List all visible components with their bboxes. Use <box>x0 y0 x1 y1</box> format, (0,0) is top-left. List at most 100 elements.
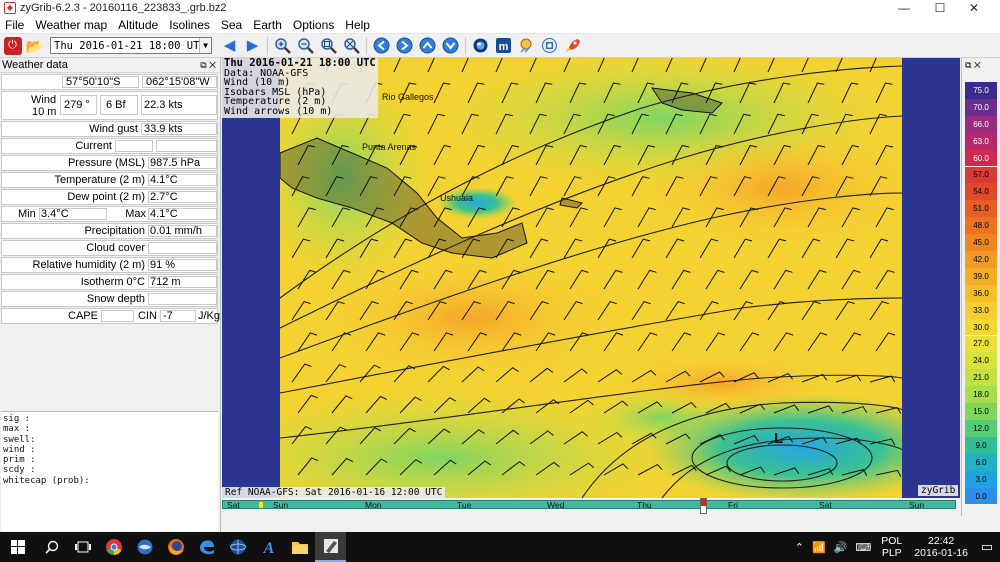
globe-satellite-icon[interactable] <box>540 36 560 56</box>
clock-date: 2016-01-16 <box>914 547 968 559</box>
weather-data-panel: Weather data ⧉ ✕ 57°50'10"S 062°15'08"W … <box>0 58 221 532</box>
map-canvas[interactable]: Rio Gallegos Ushuaia Punta Arenas L <box>222 58 960 498</box>
brand-label: zyGrib <box>918 485 959 496</box>
wind-gust-label: Wind gust <box>89 123 138 135</box>
scale-entry: 54.0 <box>965 183 997 201</box>
info-line: Wind arrows (10 m) <box>224 105 333 117</box>
app-icon: ◆ <box>4 2 16 14</box>
humidity-value: 91 % <box>150 259 176 271</box>
low-pressure-label: L <box>774 430 783 447</box>
zoom-in-icon[interactable] <box>273 36 293 56</box>
volume-icon[interactable]: 🔊 <box>834 541 848 554</box>
open-file-icon[interactable]: 📂 <box>25 36 45 56</box>
system-tray: ⌃ 📶 🔊 ⌨ POL PLP 22:42 2016-01-16 ▭ <box>791 532 1000 562</box>
panel-float-close-icon[interactable]: ⧉ ✕ <box>200 60 220 71</box>
taskbar: A ⌃ 📶 🔊 ⌨ POL PLP 22:42 2016-01-16 ▭ <box>0 532 1000 562</box>
firefox-icon[interactable] <box>160 532 191 562</box>
scale-entry: 30.0 <box>965 318 997 336</box>
timeline-track[interactable]: Sat Sun Mon Tue Wed Thu Fri Sat Sun <box>222 500 956 510</box>
zygrib-taskbar-icon[interactable] <box>315 532 346 562</box>
keyboard-layout: PLP <box>881 547 902 559</box>
clock[interactable]: 22:42 2016-01-16 <box>914 535 968 559</box>
arrow-down-icon[interactable] <box>441 36 461 56</box>
previous-icon[interactable]: ◀ <box>220 36 240 56</box>
windows-start-icon[interactable] <box>0 532 36 562</box>
maximize-button[interactable]: ☐ <box>924 0 956 16</box>
language-indicator[interactable]: POL PLP <box>881 535 902 559</box>
zoom-fit-icon[interactable] <box>319 36 339 56</box>
edge-icon[interactable] <box>191 532 222 562</box>
power-icon[interactable]: ⏻ <box>3 36 22 55</box>
menu-options[interactable]: Options <box>288 18 340 32</box>
map-info-box: Thu 2016-01-21 18:00 UTC Data: NOAA-GFS Wi… <box>222 58 378 118</box>
wind-speed: 22.3 kts <box>144 99 183 111</box>
zoom-selection-icon[interactable] <box>342 36 362 56</box>
date-select[interactable]: Thu 2016-01-21 18:00 UTC ▼ <box>50 37 212 54</box>
scale-float-close-icon[interactable]: ⧉ ✕ <box>965 60 981 71</box>
precipitation-label: Precipitation <box>84 225 145 237</box>
timeline-day: Fri <box>728 500 738 510</box>
menu-weather-map[interactable]: Weather map <box>30 18 113 32</box>
clock-time: 22:42 <box>928 535 955 547</box>
place-ushuaia: Ushuaia <box>440 193 473 203</box>
timeline-day: Wed <box>547 500 565 510</box>
arrow-up-icon[interactable] <box>418 36 438 56</box>
zoom-out-icon[interactable] <box>296 36 316 56</box>
scale-entry: 48.0 <box>965 217 997 235</box>
menu-file[interactable]: File <box>0 18 30 32</box>
task-view-icon[interactable] <box>67 532 98 562</box>
globe-icon[interactable] <box>471 36 491 56</box>
scale-entry: 63.0 <box>965 132 997 150</box>
menu-earth[interactable]: Earth <box>248 18 288 32</box>
isotherm-label: Isotherm 0°C <box>80 276 145 288</box>
svg-text:A: A <box>262 540 274 556</box>
dew-point-value: 2.7°C <box>150 191 178 203</box>
pressure-label: Pressure (MSL) <box>67 157 145 169</box>
menu-altitude[interactable]: Altitude <box>113 18 164 32</box>
chrome-icon[interactable] <box>98 532 129 562</box>
chevron-up-icon[interactable]: ⌃ <box>795 541 804 554</box>
minimize-button[interactable]: — <box>888 0 920 16</box>
color-scale-panel: ⧉ ✕ 75.0 70.0 66.0 63.0 60.0 57.0 54.0 51.0 48.0… <box>961 58 1000 516</box>
arrow-left-icon[interactable] <box>372 36 392 56</box>
weather-map[interactable]: Rio Gallegos Ushuaia Punta Arenas L Thu … <box>222 58 960 516</box>
globe-app-icon[interactable] <box>222 532 253 562</box>
scale-entry: 6.0 <box>965 453 997 471</box>
close-button[interactable]: ✕ <box>958 0 990 16</box>
network-icon[interactable]: 📶 <box>812 541 826 554</box>
scale-entry: 3.0 <box>965 470 997 488</box>
next-icon[interactable]: ▶ <box>243 36 263 56</box>
file-explorer-icon[interactable] <box>284 532 315 562</box>
isotherm-value: 712 m <box>150 276 181 288</box>
toolbar-separator <box>366 36 367 55</box>
chevron-down-icon[interactable]: ▼ <box>199 38 211 53</box>
scale-entry: 39.0 <box>965 267 997 285</box>
meteogram-icon[interactable]: m <box>494 36 514 56</box>
console-line: wind : <box>3 444 36 455</box>
timeline-day: Mon <box>365 500 382 510</box>
scale-entry: 9.0 <box>965 436 997 454</box>
scale-entry: 60.0 <box>965 149 997 167</box>
scale-entry: 12.0 <box>965 420 997 437</box>
scale-entry: 36.0 <box>965 284 997 302</box>
timeline-current-marker <box>701 499 706 506</box>
search-icon[interactable] <box>36 532 67 562</box>
font-app-icon[interactable]: A <box>253 532 284 562</box>
menu-help[interactable]: Help <box>340 18 376 32</box>
rocket-icon[interactable] <box>563 36 583 56</box>
menu-sea[interactable]: Sea <box>216 18 248 32</box>
scale-entry: 57.0 <box>965 166 997 184</box>
scale-entry: 66.0 <box>965 115 997 133</box>
scale-entry: 0.0 <box>965 487 997 505</box>
cin-label: CIN <box>138 310 157 322</box>
thunderbird-icon[interactable] <box>129 532 160 562</box>
timeline-bar[interactable]: Sat Sun Mon Tue Wed Thu Fri Sat Sun <box>222 498 960 516</box>
scale-entry: 24.0 <box>965 352 997 370</box>
animation-icon[interactable] <box>517 36 537 56</box>
timeline-day: Sun <box>273 500 289 510</box>
console-line: sig : <box>3 414 31 424</box>
arrow-right-icon[interactable] <box>395 36 415 56</box>
notifications-icon[interactable]: ▭ <box>974 532 1000 562</box>
keyboard-icon[interactable]: ⌨ <box>855 541 871 554</box>
menu-isolines[interactable]: Isolines <box>164 18 216 32</box>
